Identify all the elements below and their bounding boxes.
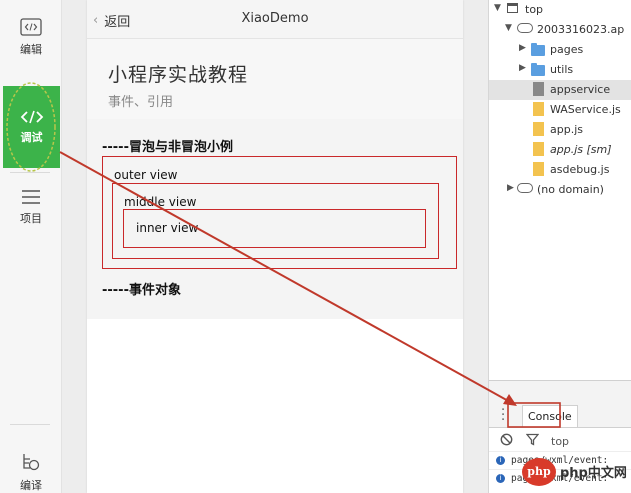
tree-item-label: app.js [sm] <box>550 143 612 156</box>
js-file-icon <box>533 142 544 156</box>
code-icon <box>20 110 43 123</box>
page-subtitle: 事件、引用 <box>108 95 174 110</box>
frame-icon <box>507 3 518 13</box>
inner-view[interactable]: inner view <box>123 209 426 248</box>
section-title-event-object: -----事件对象 <box>102 283 181 298</box>
js-file-icon <box>533 102 544 116</box>
inner-view-label: inner view <box>136 221 199 235</box>
sidebar-item-label: 编辑 <box>20 42 42 56</box>
sidebar-divider <box>10 424 50 425</box>
cloud-icon <box>517 183 533 193</box>
tree-item-app-js-sm[interactable]: app.js [sm] <box>489 140 631 160</box>
more-options-icon[interactable]: · · · <box>501 404 505 427</box>
js-file-icon <box>533 122 544 136</box>
tree-item-utils[interactable]: ▶ utils <box>489 60 631 80</box>
tree-item-waservice[interactable]: WAService.js <box>489 100 631 120</box>
clear-console-icon[interactable] <box>500 433 513 446</box>
folder-icon <box>531 43 545 56</box>
drawer-resize-bar[interactable] <box>489 380 631 402</box>
watermark-logo: php <box>522 458 556 486</box>
info-icon: i <box>496 456 505 465</box>
info-icon: i <box>496 474 505 483</box>
tree-item-origin[interactable]: ▼ 2003316023.ap <box>489 20 631 40</box>
menu-icon <box>22 189 40 204</box>
sidebar-item-label: 调试 <box>20 130 43 144</box>
tree-item-label: asdebug.js <box>550 163 610 176</box>
devtools-panel: ▼ top ▼ 2003316023.ap ▶ pages ▶ utils ap… <box>488 0 631 493</box>
page-title: 小程序实战教程 <box>108 64 249 86</box>
tree-item-top[interactable]: ▼ top <box>489 0 631 20</box>
tree-item-label: top <box>525 3 544 16</box>
expand-arrow-icon: ▼ <box>505 23 512 33</box>
cloud-icon <box>517 23 533 33</box>
screenshot-root: 编辑 调试 项目 编译 ‹ 返回 XiaoDemo 小程序实战教程 事件、引用 … <box>0 0 631 493</box>
tree-item-app-js[interactable]: app.js <box>489 120 631 140</box>
watermark-text: php中文网 <box>560 466 627 481</box>
sidebar-item-compile[interactable]: 编译 <box>3 446 59 493</box>
sidebar-divider <box>10 172 50 173</box>
tree-item-label: utils <box>550 63 574 76</box>
sidebar-item-edit[interactable]: 编辑 <box>3 10 59 64</box>
tree-item-no-domain[interactable]: ▶ (no domain) <box>489 180 631 200</box>
sidebar-item-project[interactable]: 项目 <box>3 180 59 234</box>
page-body: -----冒泡与非冒泡小例 outer view middle view inn… <box>87 119 463 319</box>
navbar-title: XiaoDemo <box>241 11 309 26</box>
page-header: 小程序实战教程 事件、引用 <box>87 39 463 119</box>
tree-item-label: WAService.js <box>550 103 621 116</box>
mini-program-navbar: ‹ 返回 XiaoDemo <box>87 0 463 39</box>
console-toolbar: top <box>489 429 631 451</box>
simulator-phone: ‹ 返回 XiaoDemo 小程序实战教程 事件、引用 -----冒泡与非冒泡小… <box>87 0 463 493</box>
tree-item-label: appservice <box>550 83 611 96</box>
collapse-arrow-icon: ▶ <box>519 63 526 73</box>
section-title-bubbling: -----冒泡与非冒泡小例 <box>102 140 233 155</box>
compile-icon <box>23 454 40 471</box>
tree-item-label: app.js <box>550 123 583 136</box>
collapse-arrow-icon: ▶ <box>519 43 526 53</box>
tree-item-label: (no domain) <box>537 183 604 196</box>
sidebar-item-label: 编译 <box>20 479 42 492</box>
tree-item-appservice[interactable]: appservice <box>489 80 631 100</box>
file-icon <box>533 82 544 96</box>
filter-icon[interactable] <box>526 433 539 446</box>
tab-console[interactable]: Console <box>522 405 578 427</box>
tree-item-asdebug[interactable]: asdebug.js <box>489 160 631 180</box>
code-icon <box>20 17 42 36</box>
tree-item-pages[interactable]: ▶ pages <box>489 40 631 60</box>
tool-sidebar: 编辑 调试 项目 编译 <box>0 0 62 493</box>
js-file-icon <box>533 162 544 176</box>
expand-arrow-icon: ▼ <box>494 3 501 13</box>
sidebar-item-debug[interactable]: 调试 <box>3 86 60 168</box>
drawer-tabbar: · · · Console <box>489 402 631 428</box>
collapse-arrow-icon: ▶ <box>507 183 514 193</box>
folder-icon <box>531 63 545 76</box>
sidebar-item-label: 项目 <box>20 211 42 225</box>
context-selector[interactable]: top <box>551 435 569 448</box>
tree-item-label: 2003316023.ap <box>537 23 625 36</box>
middle-view-label: middle view <box>124 195 197 209</box>
outer-view-label: outer view <box>114 168 178 182</box>
tree-item-label: pages <box>550 43 584 56</box>
